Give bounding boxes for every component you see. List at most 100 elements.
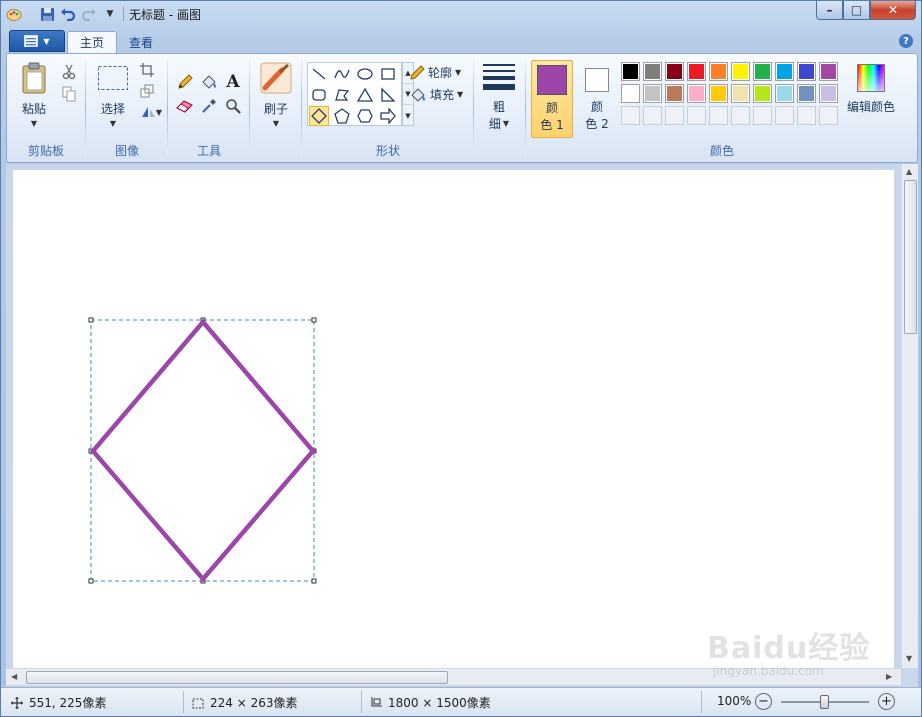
shape-rectangle-icon[interactable]: [378, 64, 398, 84]
save-icon[interactable]: [38, 5, 56, 23]
palette-swatch[interactable]: [643, 84, 662, 103]
shape-oval-icon[interactable]: [355, 64, 375, 84]
resize-handle[interactable]: [311, 578, 317, 584]
maximize-button[interactable]: □: [843, 1, 870, 20]
color2-label-line1: 颜: [590, 100, 603, 114]
scroll-right-icon[interactable]: ▶: [886, 672, 892, 681]
tab-view[interactable]: 查看: [117, 31, 165, 53]
palette-swatch[interactable]: [731, 62, 750, 81]
watermark-logo: Baidu经验: [707, 631, 871, 666]
close-button[interactable]: ✕: [870, 1, 916, 20]
palette-swatch[interactable]: [753, 62, 772, 81]
scroll-up-icon[interactable]: ▲: [906, 167, 912, 176]
close-icon: ✕: [887, 3, 899, 17]
palette-swatch[interactable]: [709, 62, 728, 81]
maximize-icon: □: [850, 3, 863, 17]
paint-window: ▼ 无标题 - 画图 – □ ✕ ▼ 主页 查看 ? 粘贴 ▼ 剪贴板 选择 ▼…: [0, 0, 922, 717]
shapes-group: ▲ ▼ ▼ 轮廓 ▼ 填充 ▼ 形状: [7, 54, 477, 162]
zoom-slider-thumb[interactable]: [820, 695, 829, 709]
shape-hexagon-icon[interactable]: [355, 106, 375, 126]
palette-swatch[interactable]: [621, 62, 640, 81]
edit-colors-button[interactable]: 编辑颜色: [839, 62, 903, 115]
palette-empty-swatch[interactable]: [775, 106, 794, 125]
palette-empty-swatch[interactable]: [819, 106, 838, 125]
palette-swatch[interactable]: [621, 84, 640, 103]
window-title: 无标题 - 画图: [129, 8, 201, 22]
drawing-canvas[interactable]: [13, 170, 894, 670]
color2-button[interactable]: 颜 色 2: [577, 60, 617, 138]
palette-swatch[interactable]: [665, 84, 684, 103]
customize-toolbar-icon[interactable]: ▼: [101, 5, 119, 23]
status-separator: [701, 691, 702, 713]
shape-curve-icon[interactable]: [332, 64, 352, 84]
help-icon[interactable]: ?: [899, 34, 913, 48]
palette-empty-swatch[interactable]: [753, 106, 772, 125]
palette-swatch[interactable]: [753, 84, 772, 103]
palette-swatch[interactable]: [687, 62, 706, 81]
palette-swatch[interactable]: [819, 84, 838, 103]
shape-arrow-icon[interactable]: [378, 106, 398, 126]
status-bar: 551, 225像素 224 × 263像素 1800 × 1500像素 100…: [1, 687, 921, 716]
color2-swatch: [585, 68, 609, 92]
palette-swatch[interactable]: [709, 84, 728, 103]
palette-empty-swatch[interactable]: [687, 106, 706, 125]
shape-line-icon[interactable]: [309, 64, 329, 84]
palette-swatch[interactable]: [775, 62, 794, 81]
vertical-scroll-thumb[interactable]: [904, 180, 917, 334]
title-bar: ▼ 无标题 - 画图 – □ ✕: [1, 1, 921, 27]
fill-label: 填充: [430, 88, 455, 102]
palette-swatch[interactable]: [775, 84, 794, 103]
palette-swatch[interactable]: [643, 62, 662, 81]
resize-handle[interactable]: [311, 317, 317, 323]
tab-home[interactable]: 主页: [67, 31, 118, 53]
selection-size-text: 224 × 263像素: [210, 696, 298, 710]
palette-empty-swatch[interactable]: [709, 106, 728, 125]
palette-swatch[interactable]: [797, 62, 816, 81]
palette-swatch[interactable]: [797, 84, 816, 103]
shape-diamond-icon[interactable]: [309, 106, 329, 126]
shape-rounded-rectangle-icon[interactable]: [309, 85, 329, 105]
color1-button[interactable]: 颜 色 1: [531, 60, 573, 138]
scroll-left-icon[interactable]: ◀: [11, 672, 17, 681]
palette-swatch[interactable]: [819, 62, 838, 81]
vertical-scrollbar[interactable]: ▲ ▼: [901, 164, 918, 668]
palette-empty-swatch[interactable]: [621, 106, 640, 125]
paint-app-icon[interactable]: [5, 5, 23, 23]
zoom-in-icon[interactable]: +: [878, 693, 895, 710]
outline-button[interactable]: 轮廓 ▼: [409, 64, 461, 81]
zoom-level: 100%: [717, 694, 752, 708]
selection-size-icon: [192, 698, 204, 708]
shape-polygon-icon[interactable]: [332, 85, 352, 105]
resize-handle[interactable]: [88, 578, 94, 584]
fill-button[interactable]: 填充 ▼: [409, 86, 463, 103]
palette-empty-swatch[interactable]: [643, 106, 662, 125]
paint-menu-button[interactable]: ▼: [9, 30, 65, 52]
undo-icon[interactable]: [59, 5, 77, 23]
gallery-expand-icon[interactable]: ▼: [403, 105, 413, 126]
resize-handle[interactable]: [88, 317, 94, 323]
minimize-button[interactable]: –: [816, 1, 843, 20]
horizontal-scroll-thumb[interactable]: [26, 671, 448, 684]
palette-empty-swatch[interactable]: [731, 106, 750, 125]
scroll-down-icon[interactable]: ▼: [906, 654, 912, 663]
group-separator: [525, 60, 526, 156]
shape-pentagon-icon[interactable]: [332, 106, 352, 126]
palette-empty-swatch[interactable]: [797, 106, 816, 125]
shape-triangle-icon[interactable]: [355, 85, 375, 105]
palette-swatch[interactable]: [731, 84, 750, 103]
palette-empty-swatch[interactable]: [665, 106, 684, 125]
size-button[interactable]: 粗 细 ▼: [481, 62, 517, 132]
shapes-gallery: [307, 62, 402, 126]
image-size-icon: [371, 696, 382, 706]
selection-box[interactable]: [88, 317, 317, 584]
palette-swatch[interactable]: [665, 62, 684, 81]
zoom-out-icon[interactable]: −: [755, 693, 772, 710]
diamond-shape[interactable]: [90, 318, 316, 583]
image-size-text: 1800 × 1500像素: [388, 696, 491, 710]
redo-icon[interactable]: [80, 5, 98, 23]
watermark-url: jingyan.baidu.com: [713, 664, 824, 678]
shape-right-triangle-icon[interactable]: [378, 85, 398, 105]
palette-swatch[interactable]: [687, 84, 706, 103]
title-separator: [123, 7, 124, 21]
image-size: 1800 × 1500像素: [369, 694, 491, 711]
